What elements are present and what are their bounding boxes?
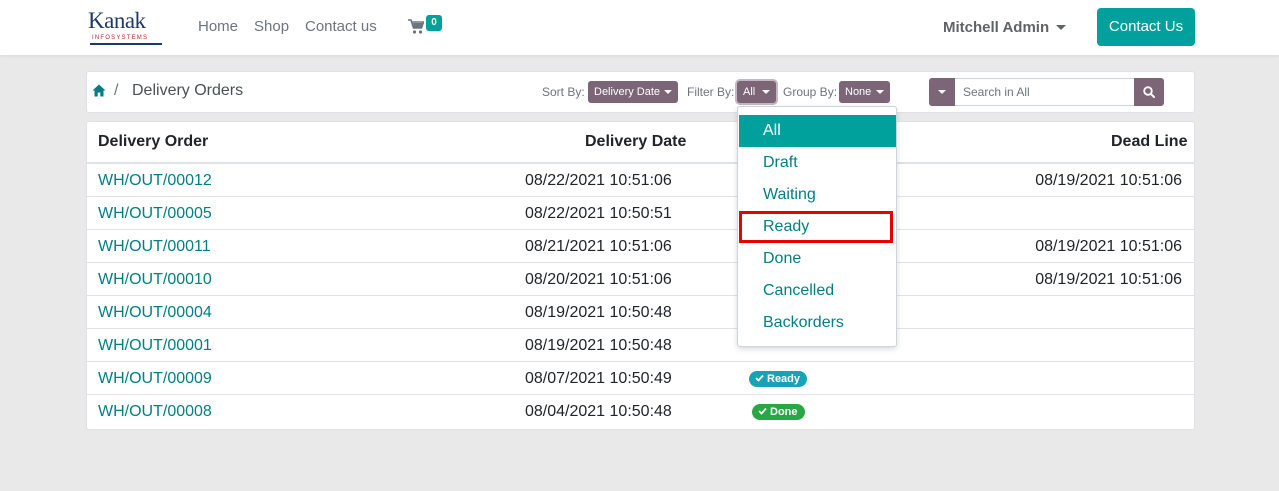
logo-main-text: Kanak xyxy=(88,8,146,33)
order-link[interactable]: WH/OUT/00010 xyxy=(98,271,212,289)
filter-option-draft[interactable]: Draft xyxy=(739,147,896,179)
kanak-logo[interactable]: Kanak INFOSYSTEMS xyxy=(86,8,166,48)
delivery-date: 08/04/2021 10:50:48 xyxy=(525,403,672,420)
column-header-order: Delivery Order xyxy=(98,133,209,150)
search-button[interactable] xyxy=(1134,78,1164,106)
table-row[interactable]: WH/OUT/00011 08/21/2021 10:51:06 08/19/2… xyxy=(87,229,1194,262)
nav-contact-link[interactable]: Contact us xyxy=(305,18,377,35)
status-badge-ready: Ready xyxy=(749,371,808,387)
deadline: 08/19/2021 10:51:06 xyxy=(1035,172,1182,189)
table-row[interactable]: WH/OUT/00004 08/19/2021 10:50:48 xyxy=(87,295,1194,328)
delivery-date: 08/21/2021 10:51:06 xyxy=(525,238,672,255)
status-badge-text: Done xyxy=(770,406,798,418)
delivery-date: 08/22/2021 10:50:51 xyxy=(525,205,672,222)
delivery-date: 08/19/2021 10:50:48 xyxy=(525,304,672,321)
order-link[interactable]: WH/OUT/00008 xyxy=(98,403,212,421)
order-link[interactable]: WH/OUT/00009 xyxy=(98,370,212,388)
search-icon xyxy=(1143,86,1155,98)
table-row[interactable]: WH/OUT/00008 08/04/2021 10:50:48 Done xyxy=(87,394,1194,427)
table-row[interactable]: WH/OUT/00009 08/07/2021 10:50:49 Ready xyxy=(87,361,1194,394)
order-link[interactable]: WH/OUT/00012 xyxy=(98,172,212,190)
table-row[interactable]: WH/OUT/00001 08/19/2021 10:50:48 xyxy=(87,328,1194,361)
deadline: 08/19/2021 10:51:06 xyxy=(1035,238,1182,255)
nav-shop-link[interactable]: Shop xyxy=(254,18,289,35)
filter-by-label: Filter By: xyxy=(687,85,735,99)
group-by-label: Group By: xyxy=(783,85,838,99)
delivery-date: 08/20/2021 10:51:06 xyxy=(525,271,672,288)
table-row[interactable]: WH/OUT/00010 08/20/2021 10:51:06 08/19/2… xyxy=(87,262,1194,295)
logo-underline xyxy=(90,43,162,45)
search-options-button[interactable] xyxy=(929,78,955,106)
order-link[interactable]: WH/OUT/00005 xyxy=(98,205,212,223)
breadcrumb-current: Delivery Orders xyxy=(132,82,244,99)
cart-icon[interactable] xyxy=(408,19,424,35)
filter-by-dropdown[interactable]: All xyxy=(737,81,776,103)
filter-option-cancelled[interactable]: Cancelled xyxy=(739,275,896,307)
group-by-dropdown[interactable]: None xyxy=(839,81,890,103)
user-menu[interactable]: Mitchell Admin xyxy=(943,19,1049,36)
check-icon xyxy=(758,407,767,415)
order-link[interactable]: WH/OUT/00001 xyxy=(98,337,212,355)
delivery-date: 08/22/2021 10:51:06 xyxy=(525,172,672,189)
status-badge-done: Done xyxy=(752,404,805,420)
home-icon[interactable] xyxy=(92,84,106,97)
table-row[interactable]: WH/OUT/00005 08/22/2021 10:50:51 xyxy=(87,196,1194,229)
filter-option-backorders[interactable]: Backorders xyxy=(739,307,896,339)
filter-option-waiting[interactable]: Waiting xyxy=(739,179,896,211)
top-navbar: Kanak INFOSYSTEMS Home Shop Contact us 0… xyxy=(0,0,1279,55)
order-link[interactable]: WH/OUT/00004 xyxy=(98,304,212,322)
filter-option-done[interactable]: Done xyxy=(739,243,896,275)
sort-by-dropdown[interactable]: Delivery Date xyxy=(588,81,678,103)
check-icon xyxy=(755,374,764,382)
logo-sub-text: INFOSYSTEMS xyxy=(92,35,149,41)
contact-us-button[interactable]: Contact Us xyxy=(1097,8,1195,46)
deadline: 08/19/2021 10:51:06 xyxy=(1035,271,1182,288)
column-header-date: Delivery Date xyxy=(585,133,687,150)
caret-down-icon[interactable] xyxy=(1056,25,1066,30)
table-row[interactable]: WH/OUT/00012 08/22/2021 10:51:06 08/19/2… xyxy=(87,163,1194,196)
filter-option-all[interactable]: All xyxy=(739,115,896,147)
nav-home-link[interactable]: Home xyxy=(198,18,238,35)
search-input[interactable] xyxy=(955,78,1135,106)
ready-option-highlight xyxy=(739,211,893,243)
breadcrumb-separator: / xyxy=(114,82,119,99)
column-header-deadline: Dead Line xyxy=(1111,133,1188,150)
delivery-date: 08/07/2021 10:50:49 xyxy=(525,370,672,387)
cart-count-badge[interactable]: 0 xyxy=(426,15,442,31)
delivery-date: 08/19/2021 10:50:48 xyxy=(525,337,672,354)
sort-by-label: Sort By: xyxy=(542,85,585,99)
status-badge-text: Ready xyxy=(767,373,801,385)
order-link[interactable]: WH/OUT/00011 xyxy=(98,238,211,256)
